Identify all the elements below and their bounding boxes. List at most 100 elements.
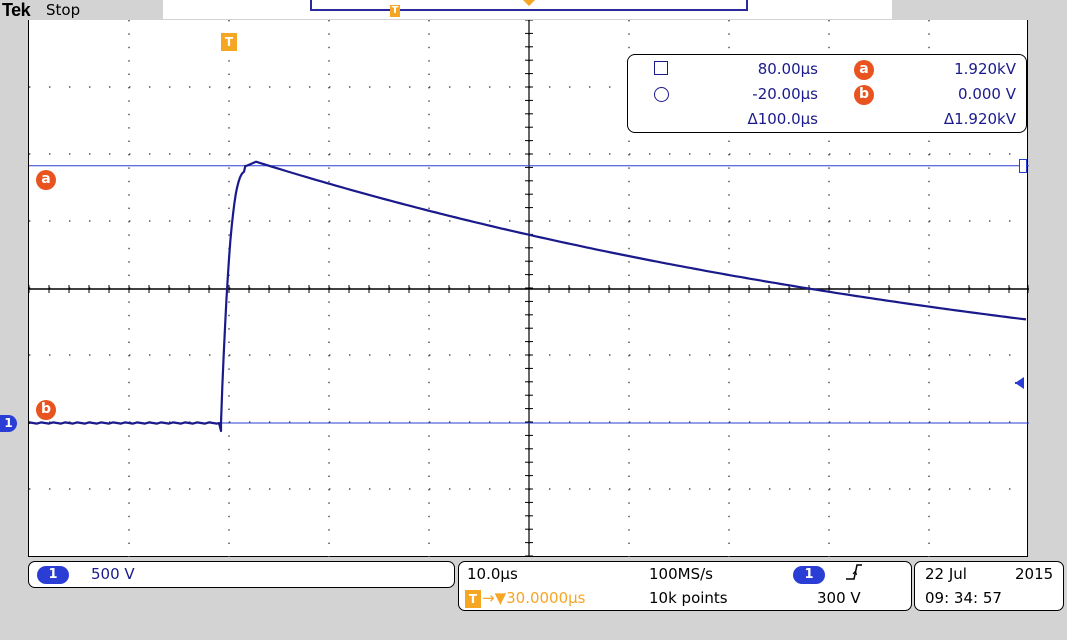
trigger-level-arrow-icon[interactable]: [1015, 377, 1024, 389]
grid-dot: [728, 368, 730, 370]
grid-dot: [328, 462, 330, 464]
grid-dot: [349, 153, 351, 155]
grid-dot: [328, 502, 330, 504]
grid-dot: [389, 421, 391, 423]
grid-dot: [328, 529, 330, 531]
grid-dot: [428, 542, 430, 544]
grid-dot: [728, 167, 730, 169]
grid-dot: [829, 421, 831, 423]
grid-dot: [949, 153, 951, 155]
grid-dot: [49, 153, 51, 155]
grid-dot: [429, 421, 431, 423]
grid-dot: [929, 421, 931, 423]
trigger-source-badge[interactable]: 1: [793, 566, 825, 584]
grid-dot: [769, 354, 771, 356]
grid-dot: [328, 448, 330, 451]
grid-dot: [989, 354, 991, 356]
grid-dot: [909, 220, 911, 222]
grid-dot: [328, 475, 330, 477]
grid-dot: [549, 86, 551, 88]
grid-dot: [949, 421, 951, 423]
channel-1-panel[interactable]: 1 500 V: [28, 561, 455, 588]
grid-dot: [189, 153, 191, 155]
grid-dot: [509, 153, 511, 155]
grid-dot: [489, 220, 491, 222]
time-per-div: 10.0μs: [467, 565, 518, 583]
grid-dot: [49, 354, 51, 356]
grid-dot: [428, 140, 430, 142]
grid-dot: [309, 354, 311, 356]
grid-dot: [328, 127, 330, 129]
grid-dot: [628, 314, 630, 317]
grid-dot: [728, 314, 730, 317]
grid-dot: [828, 167, 830, 169]
grid-dot: [389, 86, 391, 88]
grid-dot: [828, 529, 830, 531]
grid-dot: [728, 301, 730, 303]
grid-dot: [29, 488, 31, 490]
grid-dot: [928, 314, 930, 317]
grid-dot: [128, 20, 130, 22]
grid-dot: [369, 354, 371, 356]
grid-dot: [909, 421, 911, 423]
grid-dot: [1009, 153, 1011, 155]
grid-dot: [328, 207, 330, 209]
grid-dot: [489, 354, 491, 356]
grid-dot: [849, 153, 851, 155]
grid-dot: [129, 86, 131, 88]
grid-dot: [729, 421, 731, 423]
grid-dot: [469, 153, 471, 155]
grid-dot: [828, 20, 830, 22]
grid-dot: [489, 421, 491, 423]
grid-dot: [949, 354, 951, 356]
grid-dot: [428, 261, 430, 263]
grid-dot: [809, 488, 811, 490]
grid-dot: [469, 354, 471, 356]
grid-dot: [409, 86, 411, 88]
grid-dot: [428, 180, 430, 183]
grid-dot: [89, 153, 91, 155]
grid-dot: [69, 86, 71, 88]
grid-dot: [328, 556, 330, 557]
grid-dot: [749, 354, 751, 356]
grid-dot: [328, 60, 330, 62]
grid-dot: [928, 529, 930, 531]
grid-dot: [349, 354, 351, 356]
grid-dot: [649, 421, 651, 423]
grid-dot: [209, 86, 211, 88]
grid-dot: [509, 488, 511, 490]
cursor-a-marker-icon[interactable]: a: [36, 170, 56, 190]
grid-dot: [249, 153, 251, 155]
grid-dot: [609, 220, 611, 222]
grid-dot: [169, 153, 171, 155]
grid-dot: [869, 220, 871, 222]
time-text: 09: 34: 57: [925, 589, 1002, 607]
grid-dot: [269, 86, 271, 88]
grid-dot: [989, 220, 991, 222]
grid-dot: [989, 421, 991, 423]
grid-dot: [429, 488, 431, 490]
grid-dot: [969, 488, 971, 490]
grid-dot: [889, 488, 891, 490]
grid-dot: [928, 301, 930, 303]
grid-dot: [928, 462, 930, 464]
grid-dot: [989, 488, 991, 490]
cursor-readout-panel[interactable]: 80.00μs a 1.920kV -20.00μs b 0.000 V Δ10…: [627, 54, 1027, 133]
grid-dot: [128, 462, 130, 464]
grid-dot: [629, 153, 631, 155]
grid-dot: [428, 207, 430, 209]
grid-dot: [728, 194, 730, 196]
horizontal-trigger-panel[interactable]: 10.0μs 100MS/s 1 T →▼30.0000μs 10k point…: [458, 561, 912, 611]
grid-dot: [649, 220, 651, 222]
grid-dot: [128, 381, 130, 384]
grid-dot: [328, 100, 330, 102]
cursor-a-end-handle[interactable]: [1019, 159, 1027, 173]
grid-dot: [249, 86, 251, 88]
grid-dot: [428, 368, 430, 370]
cursor-b-marker-icon[interactable]: b: [36, 400, 56, 420]
grid-dot: [228, 395, 230, 397]
grid-dot: [328, 247, 330, 250]
waveform-display[interactable]: 80.00μs a 1.920kV -20.00μs b 0.000 V Δ10…: [28, 20, 1029, 557]
channel-1-ground-marker-icon[interactable]: 1: [0, 415, 17, 432]
channel-1-badge[interactable]: 1: [37, 566, 69, 584]
